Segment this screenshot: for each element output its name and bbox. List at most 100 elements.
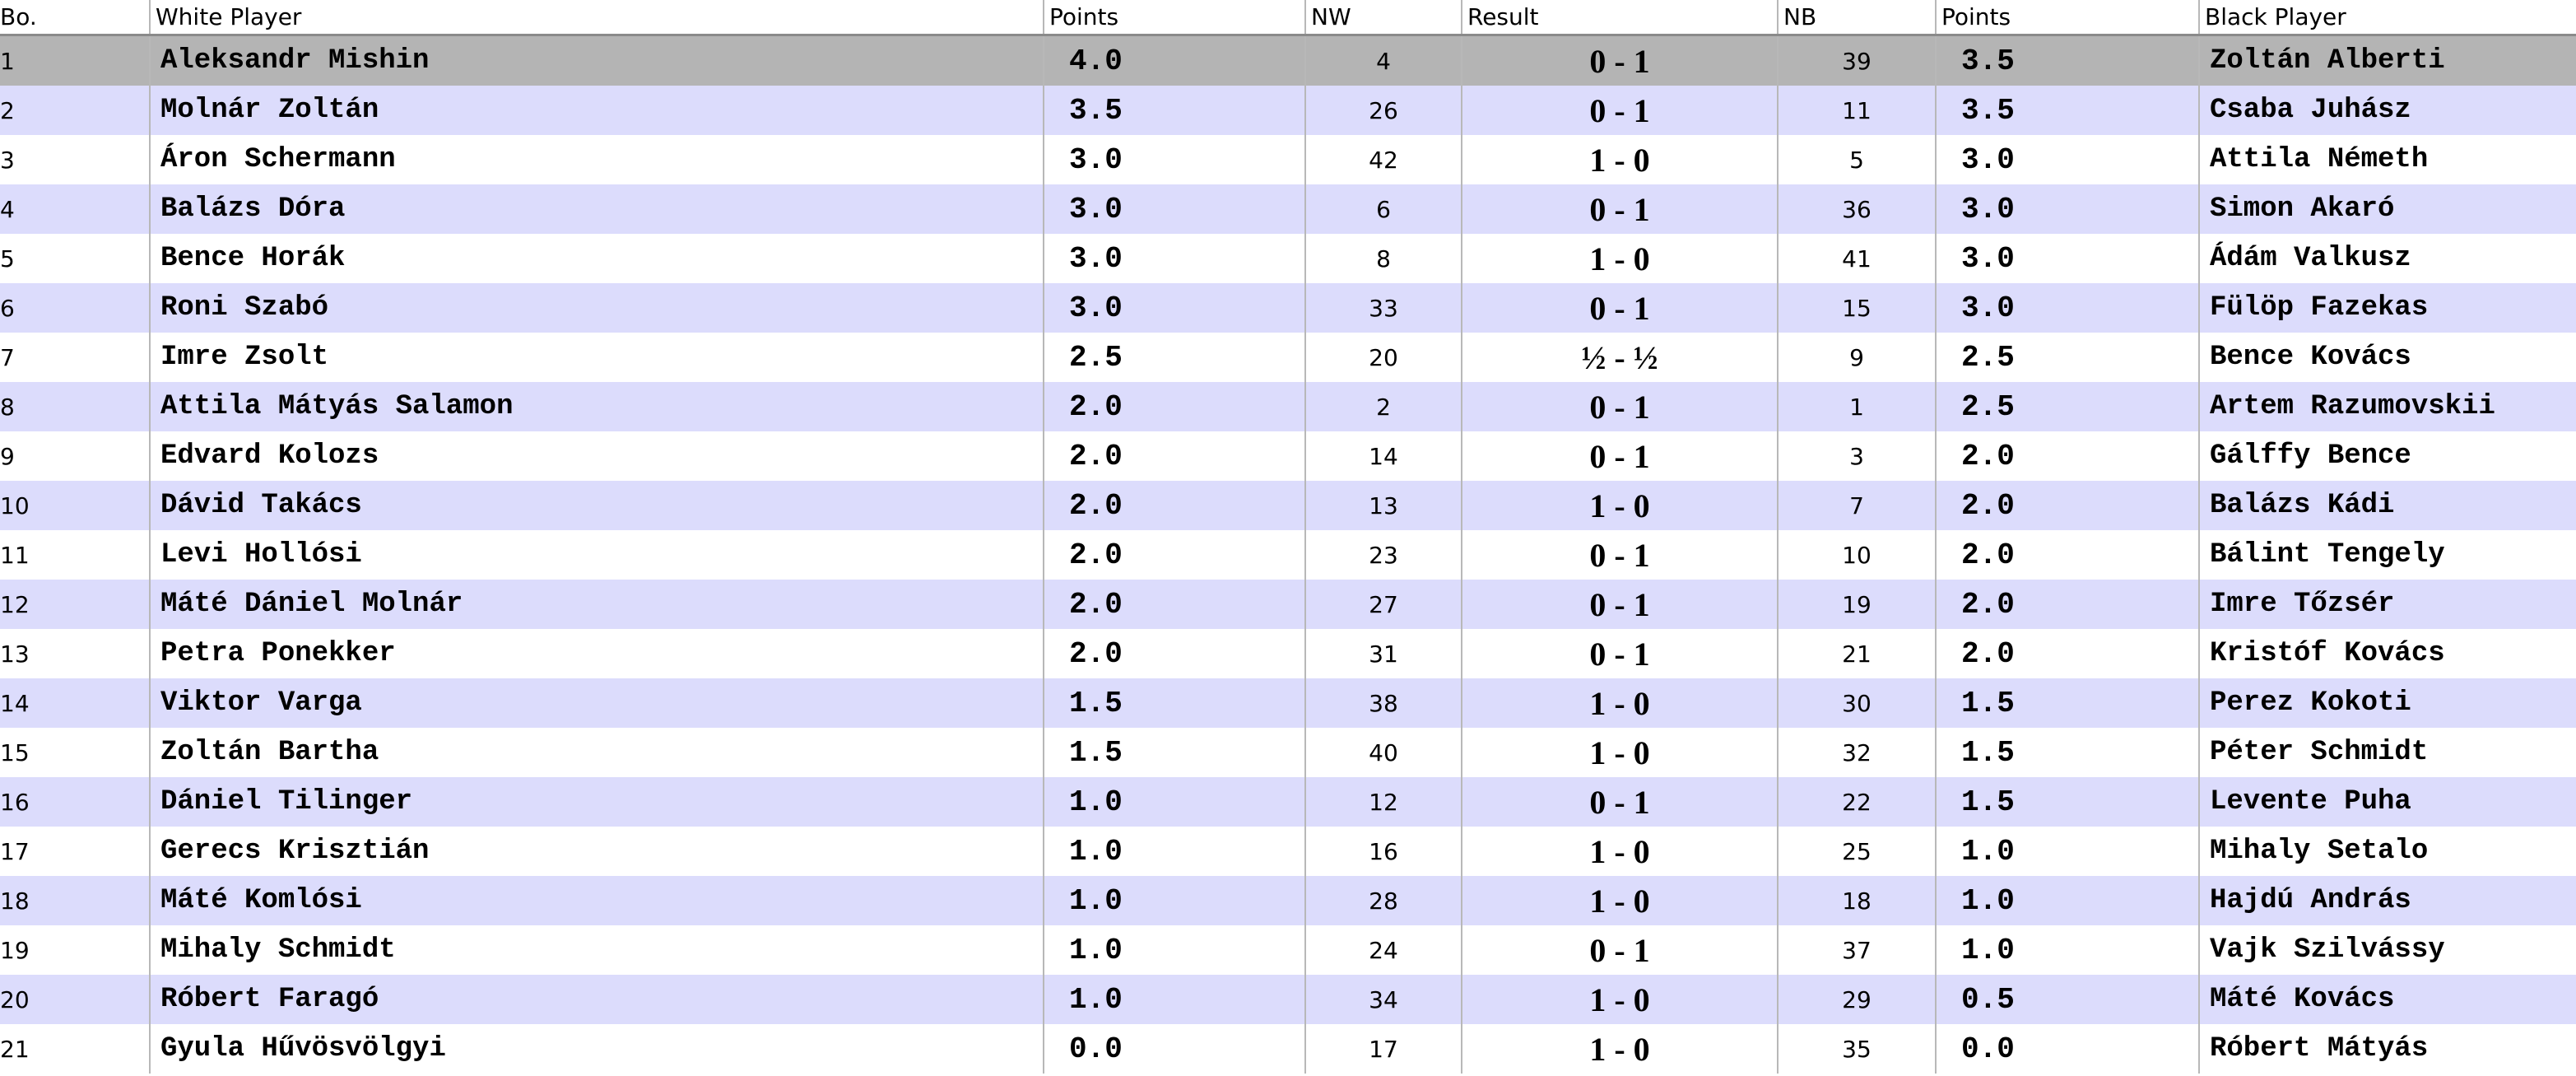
black-player-cell[interactable]: Fülöp Fazekas: [2199, 283, 2576, 333]
white-number-cell[interactable]: 16: [1305, 827, 1462, 876]
board-cell[interactable]: 9: [0, 431, 151, 481]
black-player-cell[interactable]: Artem Razumovskii: [2199, 382, 2576, 431]
result-cell[interactable]: 0 - 1: [1462, 431, 1779, 481]
white-number-cell[interactable]: 2: [1305, 382, 1462, 431]
white-points-cell[interactable]: 3.0: [1044, 283, 1306, 333]
black-number-cell[interactable]: 5: [1778, 135, 1937, 184]
result-cell[interactable]: 0 - 1: [1462, 530, 1779, 580]
table-row[interactable]: 6 Roni Szabó 3.0 33 0 - 1 15 3.0 Fülöp Fazekas: [0, 283, 2576, 333]
black-points-cell[interactable]: 1.5: [1936, 777, 2200, 827]
black-points-cell[interactable]: 2.5: [1936, 333, 2200, 382]
board-cell[interactable]: 19: [0, 925, 151, 975]
white-number-cell[interactable]: 40: [1305, 728, 1462, 777]
black-number-cell[interactable]: 25: [1778, 827, 1937, 876]
black-number-cell[interactable]: 37: [1778, 925, 1937, 975]
result-cell[interactable]: 1 - 0: [1462, 876, 1779, 925]
column-header-white-player[interactable]: White Player: [150, 0, 1044, 36]
result-cell[interactable]: 0 - 1: [1462, 777, 1779, 827]
black-number-cell[interactable]: 35: [1778, 1024, 1937, 1074]
white-player-cell[interactable]: Máté Dániel Molnár: [150, 580, 1044, 629]
white-points-cell[interactable]: 0.0: [1044, 1024, 1306, 1074]
black-points-cell[interactable]: 0.5: [1936, 975, 2200, 1024]
column-header-white-points[interactable]: Points: [1044, 0, 1306, 36]
table-row[interactable]: 5 Bence Horák 3.0 8 1 - 0 41 3.0 Ádám Valkusz: [0, 234, 2576, 283]
black-points-cell[interactable]: 2.0: [1936, 530, 2200, 580]
black-points-cell[interactable]: 3.0: [1936, 234, 2200, 283]
white-points-cell[interactable]: 1.5: [1044, 678, 1306, 728]
table-row[interactable]: 15 Zoltán Bartha 1.5 40 1 - 0 32 1.5 Péter Schm…: [0, 728, 2576, 777]
black-number-cell[interactable]: 30: [1778, 678, 1937, 728]
white-number-cell[interactable]: 23: [1305, 530, 1462, 580]
table-row[interactable]: 19 Mihaly Schmidt 1.0 24 0 - 1 37 1.0 Vajk Szil…: [0, 925, 2576, 975]
black-player-cell[interactable]: Máté Kovács: [2199, 975, 2576, 1024]
white-number-cell[interactable]: 42: [1305, 135, 1462, 184]
result-cell[interactable]: 1 - 0: [1462, 728, 1779, 777]
white-points-cell[interactable]: 2.0: [1044, 629, 1306, 678]
white-points-cell[interactable]: 2.0: [1044, 431, 1306, 481]
black-number-cell[interactable]: 3: [1778, 431, 1937, 481]
result-cell[interactable]: 0 - 1: [1462, 283, 1779, 333]
white-number-cell[interactable]: 24: [1305, 925, 1462, 975]
table-row[interactable]: 1 Aleksandr Mishin 4.0 4 0 - 1 39 3.5 Zoltán Al…: [0, 35, 2576, 86]
black-player-cell[interactable]: Balázs Kádi: [2199, 481, 2576, 530]
white-points-cell[interactable]: 3.0: [1044, 234, 1306, 283]
board-cell[interactable]: 10: [0, 481, 151, 530]
white-player-cell[interactable]: Aleksandr Mishin: [150, 35, 1044, 86]
white-points-cell[interactable]: 1.0: [1044, 777, 1306, 827]
white-points-cell[interactable]: 2.0: [1044, 580, 1306, 629]
white-player-cell[interactable]: Molnár Zoltán: [150, 86, 1044, 135]
black-points-cell[interactable]: 2.0: [1936, 431, 2200, 481]
white-number-cell[interactable]: 33: [1305, 283, 1462, 333]
white-number-cell[interactable]: 8: [1305, 234, 1462, 283]
black-points-cell[interactable]: 2.0: [1936, 481, 2200, 530]
black-points-cell[interactable]: 0.0: [1936, 1024, 2200, 1074]
result-cell[interactable]: 1 - 0: [1462, 135, 1779, 184]
white-player-cell[interactable]: Áron Schermann: [150, 135, 1044, 184]
white-number-cell[interactable]: 28: [1305, 876, 1462, 925]
table-row[interactable]: 13 Petra Ponekker 2.0 31 0 - 1 21 2.0 Kristóf K…: [0, 629, 2576, 678]
white-player-cell[interactable]: Bence Horák: [150, 234, 1044, 283]
white-player-cell[interactable]: Mihaly Schmidt: [150, 925, 1044, 975]
table-row[interactable]: 12 Máté Dániel Molnár 2.0 27 0 - 1 19 2.0 Imre …: [0, 580, 2576, 629]
white-points-cell[interactable]: 1.0: [1044, 975, 1306, 1024]
black-points-cell[interactable]: 2.5: [1936, 382, 2200, 431]
white-player-cell[interactable]: Zoltán Bartha: [150, 728, 1044, 777]
black-points-cell[interactable]: 1.0: [1936, 827, 2200, 876]
black-points-cell[interactable]: 3.0: [1936, 283, 2200, 333]
column-header-white-number[interactable]: NW: [1305, 0, 1462, 36]
white-points-cell[interactable]: 1.0: [1044, 827, 1306, 876]
black-player-cell[interactable]: Gálffy Bence: [2199, 431, 2576, 481]
board-cell[interactable]: 6: [0, 283, 151, 333]
black-points-cell[interactable]: 1.5: [1936, 678, 2200, 728]
black-player-cell[interactable]: Hajdú András: [2199, 876, 2576, 925]
board-cell[interactable]: 1: [0, 35, 151, 86]
black-number-cell[interactable]: 19: [1778, 580, 1937, 629]
board-cell[interactable]: 17: [0, 827, 151, 876]
white-points-cell[interactable]: 3.0: [1044, 135, 1306, 184]
column-header-result[interactable]: Result: [1462, 0, 1779, 36]
black-number-cell[interactable]: 21: [1778, 629, 1937, 678]
black-player-cell[interactable]: Mihaly Setalo: [2199, 827, 2576, 876]
white-player-cell[interactable]: Dániel Tilinger: [150, 777, 1044, 827]
board-cell[interactable]: 5: [0, 234, 151, 283]
black-points-cell[interactable]: 1.5: [1936, 728, 2200, 777]
black-player-cell[interactable]: Attila Németh: [2199, 135, 2576, 184]
result-cell[interactable]: 0 - 1: [1462, 35, 1779, 86]
black-number-cell[interactable]: 18: [1778, 876, 1937, 925]
white-player-cell[interactable]: Róbert Faragó: [150, 975, 1044, 1024]
black-player-cell[interactable]: Csaba Juhász: [2199, 86, 2576, 135]
board-cell[interactable]: 11: [0, 530, 151, 580]
table-row[interactable]: 20 Róbert Faragó 1.0 34 1 - 0 29 0.5 Máté Kovác…: [0, 975, 2576, 1024]
black-number-cell[interactable]: 39: [1778, 35, 1937, 86]
white-number-cell[interactable]: 38: [1305, 678, 1462, 728]
white-points-cell[interactable]: 2.0: [1044, 481, 1306, 530]
white-points-cell[interactable]: 1.0: [1044, 876, 1306, 925]
white-number-cell[interactable]: 4: [1305, 35, 1462, 86]
table-row[interactable]: 3 Áron Schermann 3.0 42 1 - 0 5 3.0 Attila Néme…: [0, 135, 2576, 184]
white-player-cell[interactable]: Roni Szabó: [150, 283, 1044, 333]
board-cell[interactable]: 12: [0, 580, 151, 629]
result-cell[interactable]: 1 - 0: [1462, 1024, 1779, 1074]
black-number-cell[interactable]: 1: [1778, 382, 1937, 431]
result-cell[interactable]: 0 - 1: [1462, 86, 1779, 135]
white-number-cell[interactable]: 20: [1305, 333, 1462, 382]
